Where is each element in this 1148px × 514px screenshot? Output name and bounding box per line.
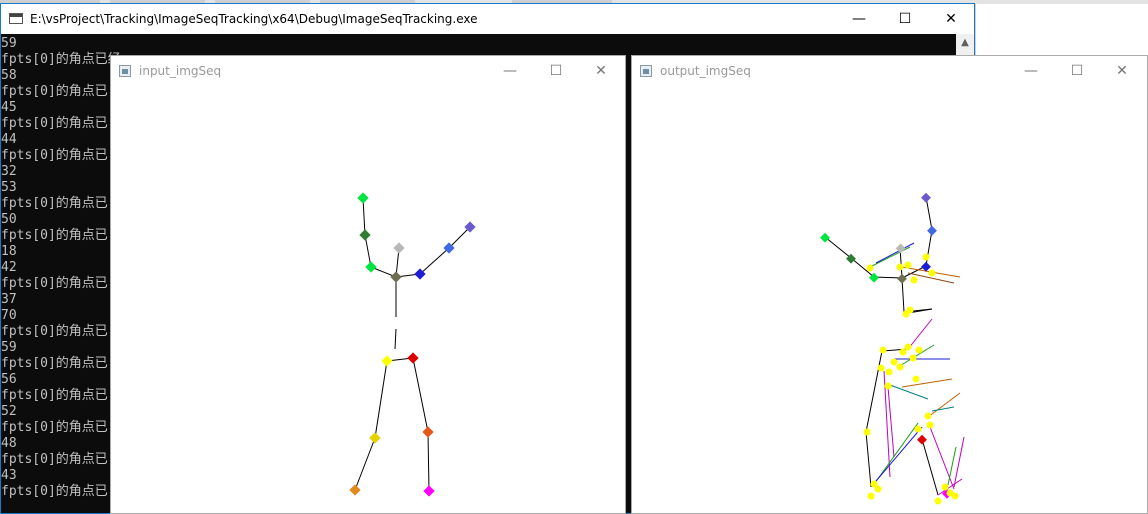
console-line: fpts[0]的角点已 — [1, 420, 108, 435]
console-line: fpts[0]的角点已 — [1, 276, 108, 291]
keypoint-marker — [921, 192, 931, 203]
keypoint-marker — [365, 261, 377, 273]
tracked-point — [934, 497, 942, 505]
console-line: 43 — [1, 468, 17, 483]
console-titlebar[interactable]: E:\vsProject\Tracking\ImageSeqTracking\x… — [1, 4, 974, 34]
minimize-button[interactable]: — — [836, 4, 882, 34]
tracked-point — [890, 358, 898, 366]
console-line: fpts[0]的角点已 — [1, 84, 108, 99]
output-window-titlebar[interactable]: output_imgSeq — ☐ ✕ — [632, 56, 1147, 87]
tracked-point — [866, 264, 874, 272]
tracked-point — [912, 375, 920, 383]
keypoint-marker — [381, 355, 393, 367]
keypoint-marker — [927, 225, 937, 236]
close-button[interactable]: ✕ — [578, 56, 624, 86]
tracked-point — [941, 483, 949, 491]
tracked-point — [910, 276, 918, 284]
console-line: fpts[0]的角点已 — [1, 116, 108, 131]
console-line: fpts[0]的角点已 — [1, 148, 108, 163]
console-line: 52 — [1, 404, 17, 419]
console-line: 32 — [1, 164, 17, 179]
tracked-point — [896, 263, 904, 271]
tracked-point — [879, 346, 887, 354]
tracked-point — [884, 382, 892, 390]
console-line: 56 — [1, 372, 17, 387]
output-image-canvas — [820, 192, 965, 505]
console-line: 59 — [1, 340, 17, 355]
console-line: fpts[0]的角点已 — [1, 324, 108, 339]
tracked-point — [951, 492, 959, 500]
output-imgseq-window[interactable]: output_imgSeq — ☐ ✕ — [631, 55, 1148, 514]
console-line: 48 — [1, 436, 17, 451]
console-title: E:\vsProject\Tracking\ImageSeqTracking\x… — [30, 12, 478, 26]
tracked-point — [915, 346, 923, 354]
tracked-point — [899, 348, 907, 356]
console-line: 45 — [1, 100, 17, 115]
close-button[interactable]: ✕ — [928, 4, 974, 34]
console-line: fpts[0]的角点已 — [1, 388, 108, 403]
console-line: 18 — [1, 244, 17, 259]
console-line: 37 — [1, 292, 17, 307]
scroll-up-arrow-icon[interactable]: ▲ — [956, 34, 974, 51]
console-line: fpts[0]的角点已 — [1, 484, 108, 499]
keypoint-marker — [820, 232, 830, 243]
tracked-point — [896, 363, 904, 371]
input-image-canvas — [349, 192, 476, 497]
close-button[interactable]: ✕ — [1099, 56, 1145, 86]
tracked-point — [885, 368, 893, 376]
window-app-icon — [640, 65, 652, 77]
keypoint-marker — [393, 242, 405, 254]
console-line: 53 — [1, 180, 17, 195]
keypoint-marker — [357, 192, 369, 204]
tracked-point — [922, 253, 930, 261]
keypoint-marker — [422, 426, 434, 438]
input-window-title: input_imgSeq — [139, 64, 222, 78]
keypoint-marker — [423, 485, 435, 497]
skeleton-lines — [354, 197, 471, 492]
console-line: fpts[0]的角点已 — [1, 228, 108, 243]
console-line: fpts[0]的角点已 — [1, 196, 108, 211]
tracked-point — [904, 261, 912, 269]
console-line: 59 — [1, 36, 17, 51]
window-app-icon — [119, 65, 131, 77]
keypoint-marker — [897, 273, 907, 284]
tracked-point — [906, 306, 914, 314]
console-line: fpts[0]的角点已经 — [1, 52, 121, 67]
maximize-button[interactable]: ☐ — [533, 56, 579, 86]
tracked-point — [863, 428, 871, 436]
tracked-point — [877, 364, 885, 372]
tracked-point — [867, 492, 875, 500]
keypoint-marker — [369, 432, 381, 444]
keypoint-marker — [359, 229, 371, 241]
console-line: 70 — [1, 308, 17, 323]
tracked-point — [904, 343, 912, 351]
keypoint-marker — [349, 484, 361, 496]
console-line: fpts[0]的角点已 — [1, 452, 108, 467]
input-imgseq-window[interactable]: input_imgSeq — ☐ ✕ — [110, 55, 626, 514]
tracked-point — [914, 425, 922, 433]
console-line: 42 — [1, 260, 17, 275]
console-app-icon — [9, 13, 23, 24]
tracked-point — [928, 269, 936, 277]
keypoint-markers — [349, 192, 476, 497]
skeleton-lines — [824, 196, 939, 496]
maximize-button[interactable]: ☐ — [882, 4, 928, 34]
keypoint-marker — [407, 352, 419, 364]
maximize-button[interactable]: ☐ — [1054, 56, 1100, 86]
tracked-point — [924, 412, 932, 420]
console-line: 58 — [1, 68, 17, 83]
console-line: fpts[0]的角点已 — [1, 356, 108, 371]
console-line: 44 — [1, 132, 17, 147]
minimize-button[interactable]: — — [1008, 56, 1054, 86]
tracked-point — [909, 354, 917, 362]
output-window-title: output_imgSeq — [660, 64, 751, 78]
keypoint-marker — [917, 434, 927, 445]
input-window-titlebar[interactable]: input_imgSeq — ☐ ✕ — [111, 56, 625, 87]
tracked-point — [926, 421, 934, 429]
tracked-point — [874, 485, 882, 493]
minimize-button[interactable]: — — [487, 56, 533, 86]
keypoint-marker — [390, 271, 402, 283]
tracked-corner-points — [863, 253, 959, 505]
console-line: 50 — [1, 212, 17, 227]
